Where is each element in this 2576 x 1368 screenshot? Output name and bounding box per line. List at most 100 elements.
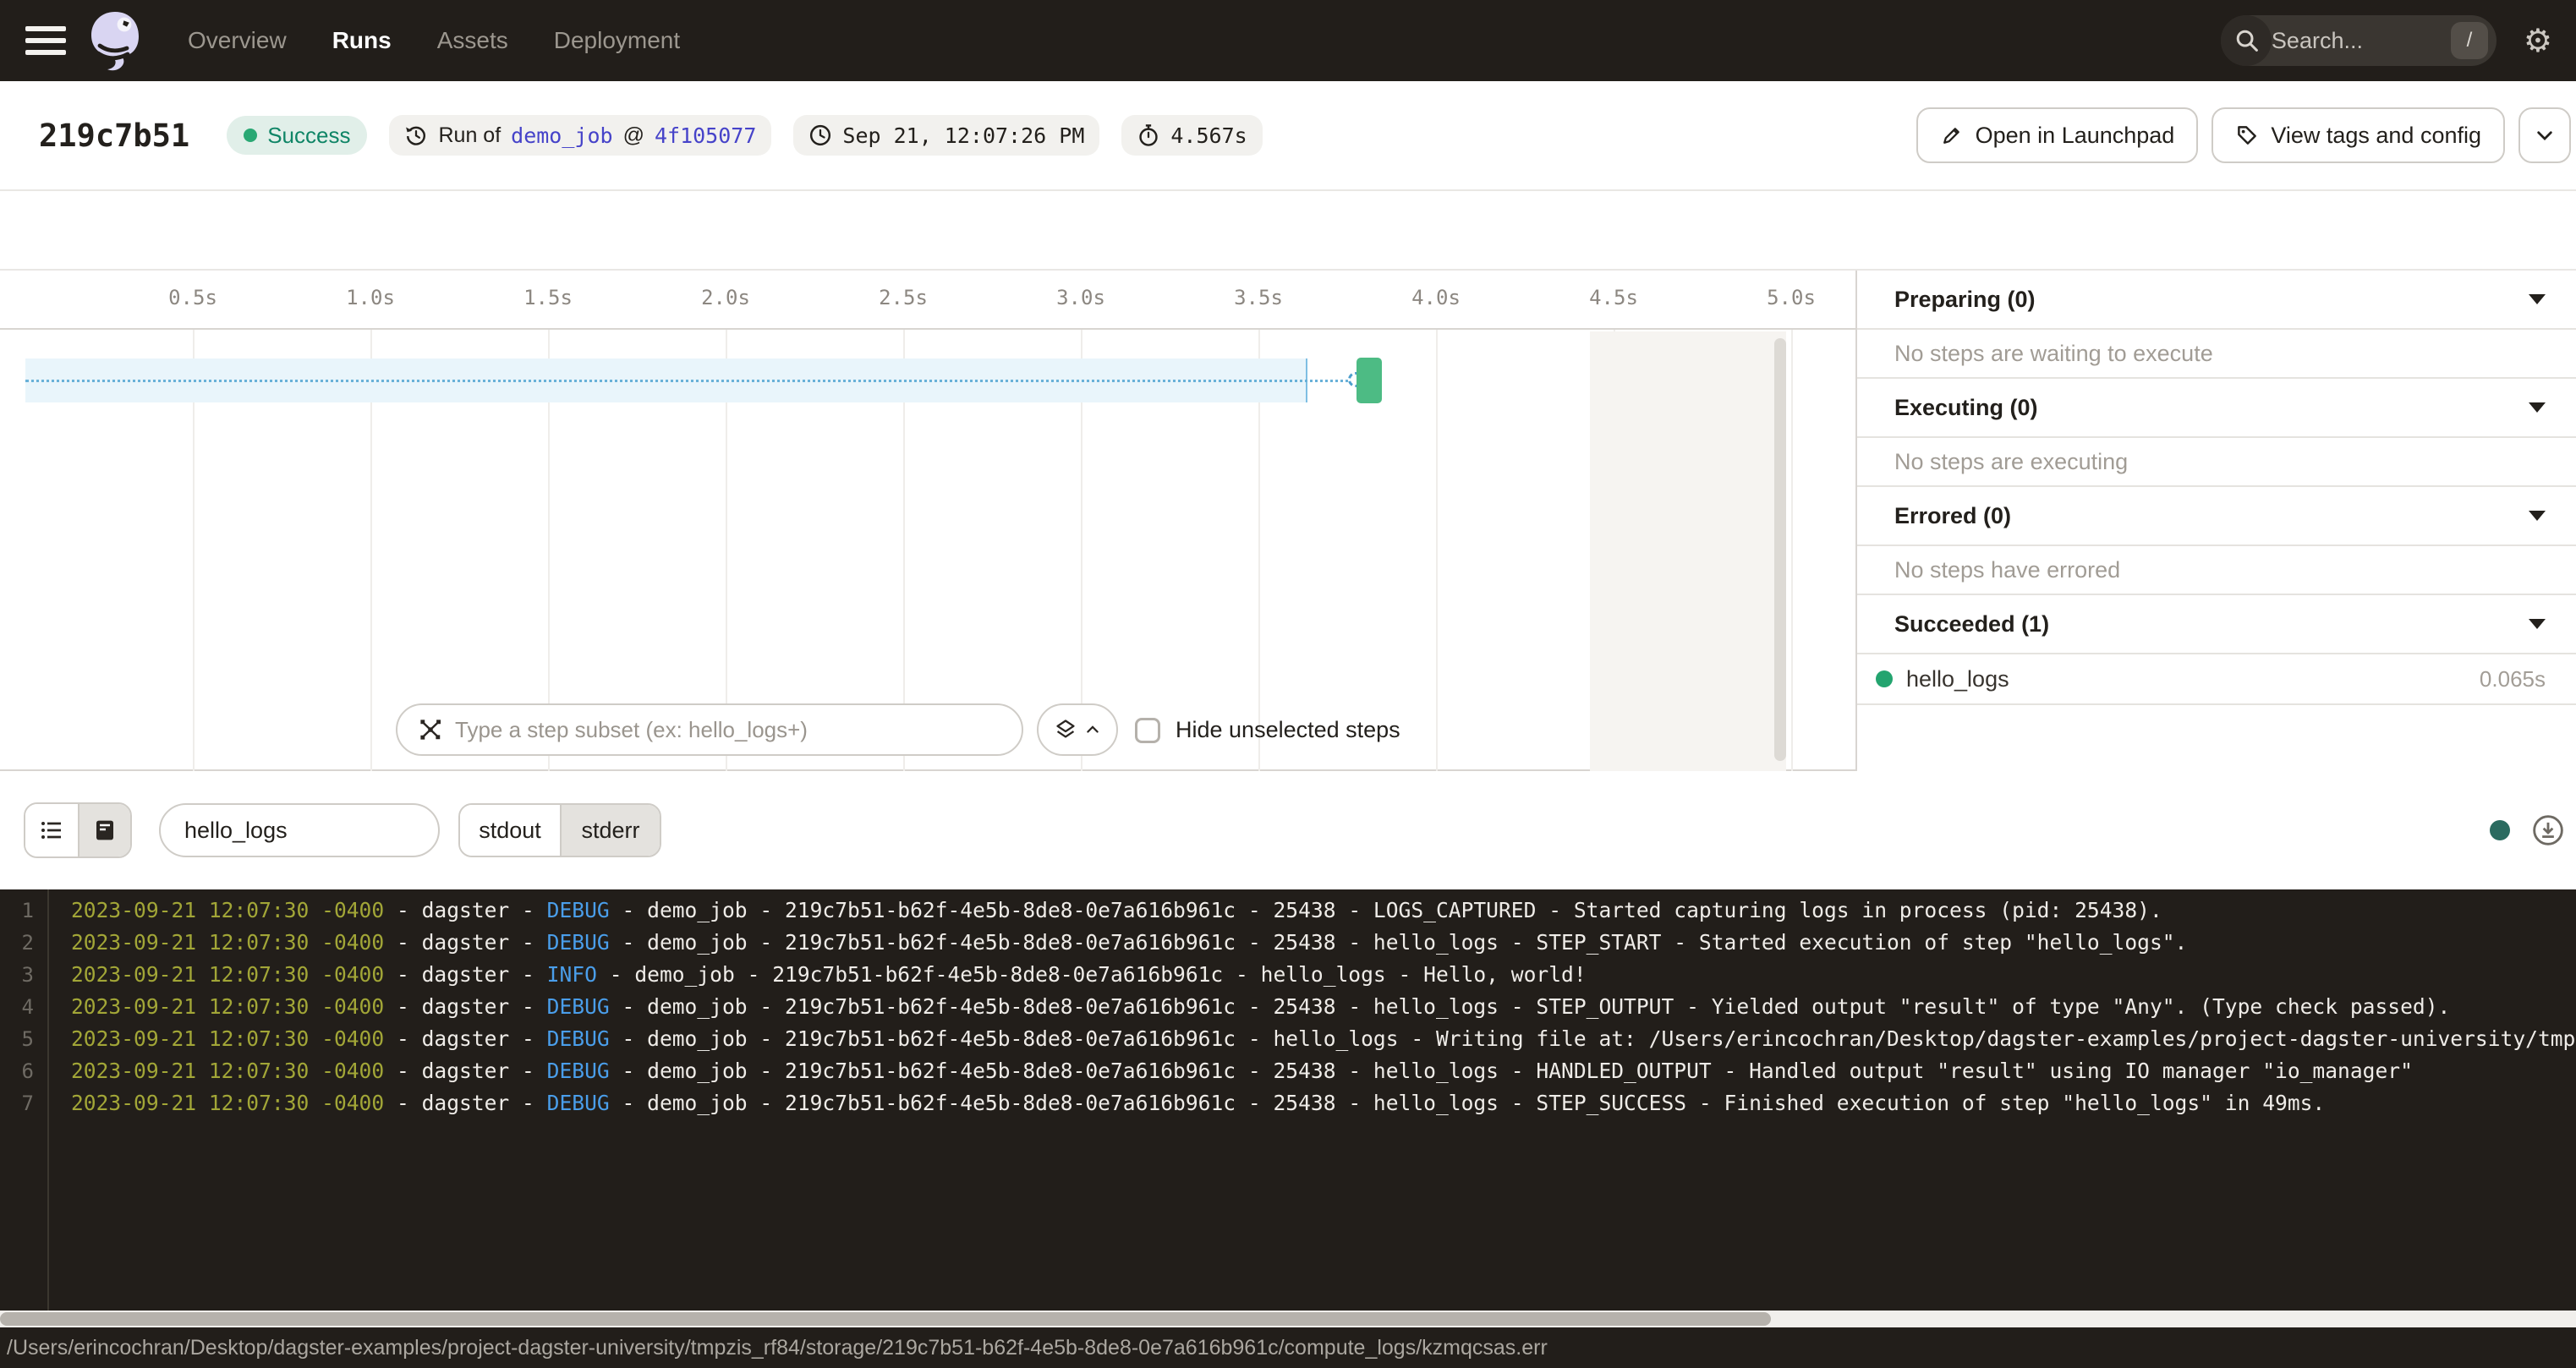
gridline (1791, 330, 1793, 771)
line-number: 3 (0, 959, 34, 991)
axis-tick: 5.0s (1767, 286, 1816, 309)
clock-icon (808, 123, 832, 147)
line-number: 1 (0, 895, 34, 927)
line-number: 2 (0, 927, 34, 959)
hide-unselected-checkbox[interactable] (1135, 718, 1160, 743)
step-subset-inputbox (396, 703, 1023, 756)
nav-item-assets[interactable]: Assets (437, 27, 508, 54)
view-tags-config-button[interactable]: View tags and config (2212, 107, 2505, 163)
axis-tick: 2.0s (701, 286, 750, 309)
errored-empty-text: No steps have errored (1857, 546, 2576, 595)
job-link[interactable]: demo_job (511, 123, 612, 148)
horizontal-scrollbar (0, 1311, 2576, 1327)
op-selector-icon (418, 717, 443, 742)
axis-tick: 3.0s (1056, 286, 1105, 309)
section-errored[interactable]: Errored (0) (1857, 487, 2576, 546)
timestamp-chip: Sep 21, 12:07:26 PM (793, 115, 1099, 156)
raw-log-viewer[interactable]: 12023-09-21 12:07:30 -0400 - dagster - D… (0, 889, 2576, 1311)
log-line: 32023-09-21 12:07:30 -0400 - dagster - I… (0, 959, 2576, 991)
pencil-icon (1940, 123, 1964, 147)
axis-tick: 0.5s (168, 286, 217, 309)
tag-icon (2235, 123, 2259, 147)
menu-icon[interactable] (25, 26, 66, 55)
log-file-path: /Users/erincochran/Desktop/dagster-examp… (7, 1336, 1548, 1360)
search-input[interactable] (2272, 28, 2451, 54)
capture-status-dot (2490, 820, 2510, 840)
duration-chip: 4.567s (1121, 115, 1262, 156)
gantt-step-bar-hello-logs[interactable] (1357, 358, 1382, 403)
dagster-logo-icon[interactable] (86, 8, 144, 73)
axis-tick: 4.5s (1589, 286, 1638, 309)
open-in-launchpad-button[interactable]: Open in Launchpad (1916, 107, 2199, 163)
horizontal-scrollbar-thumb[interactable] (0, 1312, 1771, 1326)
run-of-separator: @ (623, 123, 644, 148)
tab-stdout[interactable]: stdout (460, 805, 560, 856)
status-dot (244, 129, 257, 142)
tab-stderr[interactable]: stderr (560, 805, 660, 856)
line-number: 6 (0, 1055, 34, 1087)
axis-tick: 1.5s (523, 286, 573, 309)
search-icon (2234, 28, 2260, 53)
log-line: 12023-09-21 12:07:30 -0400 - dagster - D… (0, 895, 2576, 927)
status-label: Success (267, 123, 350, 149)
raw-log-view-button[interactable] (78, 804, 130, 856)
log-view-switcher (24, 802, 132, 858)
run-main: 0.5s1.0s1.5s2.0s2.5s3.0s3.5s4.0s4.5s5.0s… (0, 271, 2576, 771)
log-line: 42023-09-21 12:07:30 -0400 - dagster - D… (0, 991, 2576, 1023)
commit-link[interactable]: 4f105077 (655, 123, 756, 148)
run-duration: 4.567s (1170, 123, 1247, 148)
executing-empty-text: No steps are executing (1857, 438, 2576, 487)
log-file-status-bar: /Users/erincochran/Desktop/dagster-examp… (0, 1327, 2576, 1368)
hide-unselected-label: Hide unselected steps (1176, 717, 1400, 743)
header-more-button[interactable] (2518, 107, 2571, 163)
preparing-empty-text: No steps are waiting to execute (1857, 330, 2576, 379)
run-of-chip: Run of demo_job @ 4f105077 (389, 115, 771, 156)
gridline (1436, 330, 1438, 771)
nav-item-deployment[interactable]: Deployment (554, 27, 680, 54)
log-step-filter-input[interactable] (184, 818, 414, 844)
log-line: 72023-09-21 12:07:30 -0400 - dagster - D… (0, 1087, 2576, 1119)
gantt-toolbar: Hide not started steps Re-execute all (*… (0, 191, 2576, 271)
collapse-caret-icon[interactable] (2529, 294, 2546, 304)
gantt-overflow-shade (1590, 331, 1786, 771)
section-executing[interactable]: Executing (0) (1857, 379, 2576, 438)
search-shortcut-kbd: / (2451, 22, 2488, 59)
collapse-caret-icon[interactable] (2529, 511, 2546, 521)
download-icon[interactable] (2532, 814, 2564, 846)
stopwatch-icon (1137, 123, 1160, 147)
gantt-vertical-scrollbar[interactable] (1774, 338, 1786, 761)
structured-log-view-button[interactable] (25, 804, 78, 856)
gear-icon[interactable]: ⚙ (2524, 25, 2552, 57)
section-succeeded[interactable]: Succeeded (1) (1857, 595, 2576, 654)
run-of-prefix: Run of (438, 123, 501, 148)
run-id-title: 219c7b51 (39, 118, 189, 154)
log-toolbar: stdout stderr (0, 771, 2576, 889)
axis-tick: 3.5s (1234, 286, 1283, 309)
run-header: 219c7b51 Success Run of demo_job @ 4f105… (0, 81, 2576, 191)
log-line: 62023-09-21 12:07:30 -0400 - dagster - D… (0, 1055, 2576, 1087)
collapse-caret-icon[interactable] (2529, 619, 2546, 629)
nav-item-overview[interactable]: Overview (188, 27, 287, 54)
collapse-caret-icon[interactable] (2529, 402, 2546, 413)
graph-query-toggle-button[interactable] (1037, 703, 1118, 756)
dagster-run-page: Overview Runs Assets Deployment / ⚙ 219c… (0, 0, 2576, 1368)
line-number: 5 (0, 1023, 34, 1055)
log-step-filter (159, 803, 440, 857)
top-nav: Overview Runs Assets Deployment / ⚙ (0, 0, 2576, 81)
gantt-time-axis: 0.5s1.0s1.5s2.0s2.5s3.0s3.5s4.0s4.5s5.0s (0, 271, 1855, 330)
step-waiting-dotted-line (25, 380, 1355, 382)
nav-item-runs[interactable]: Runs (332, 27, 392, 54)
search-box[interactable]: / (2221, 15, 2497, 66)
section-preparing[interactable]: Preparing (0) (1857, 271, 2576, 330)
step-name: hello_logs (1906, 666, 2009, 692)
list-view-icon (38, 817, 65, 844)
log-line: 52023-09-21 12:07:30 -0400 - dagster - D… (0, 1023, 2576, 1055)
step-subset-input[interactable] (455, 717, 1001, 743)
succeeded-step-row[interactable]: hello_logs 0.065s (1857, 654, 2576, 705)
layers-icon (1054, 718, 1077, 741)
step-duration: 0.065s (2480, 666, 2546, 692)
step-success-dot (1876, 670, 1893, 687)
chevron-down-icon (2534, 124, 2556, 146)
run-timestamp: Sep 21, 12:07:26 PM (842, 123, 1084, 148)
step-status-panel: Preparing (0) No steps are waiting to ex… (1855, 271, 2576, 771)
